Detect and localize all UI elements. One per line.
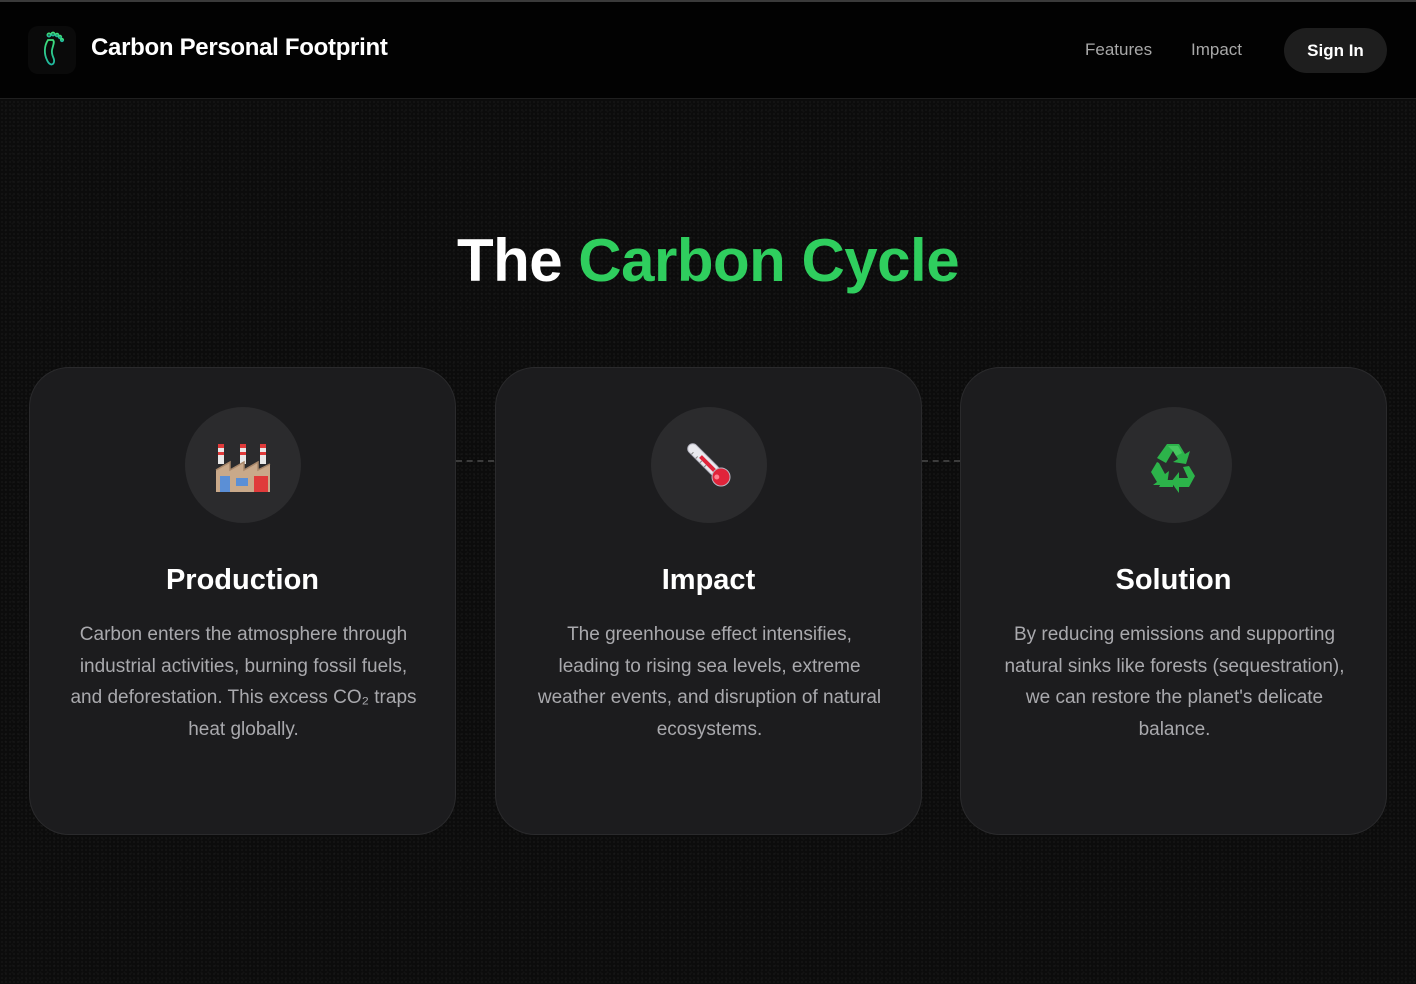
- icon-circle: [1116, 407, 1232, 523]
- card-description: The greenhouse effect intensifies, leadi…: [537, 624, 882, 740]
- card-title: Production: [165, 564, 320, 596]
- section-title: The Carbon Cycle: [0, 226, 1416, 295]
- brand-name[interactable]: Carbon Personal Footprint: [91, 34, 388, 62]
- title-prefix: The: [456, 227, 579, 294]
- sign-in-button[interactable]: Sign In: [1284, 28, 1387, 73]
- card-production: Production Carbon enters the atmosphere …: [29, 367, 456, 835]
- connector-line: [456, 460, 494, 462]
- navbar: Carbon Personal Footprint Features Impac…: [0, 2, 1416, 99]
- title-accent: Carbon Cycle: [578, 227, 960, 294]
- connector-line: [922, 460, 960, 462]
- icon-circle: [651, 407, 767, 523]
- factory-icon: [215, 444, 271, 492]
- nav-features-link[interactable]: Features: [1085, 40, 1152, 60]
- thermometer-icon: [687, 443, 731, 487]
- card-title: Solution: [1115, 564, 1232, 596]
- card-description: By reducing emissions and supporting nat…: [1004, 624, 1345, 740]
- card-impact: Impact The greenhouse effect intensifies…: [495, 367, 922, 835]
- card-solution: Solution By reducing emissions and suppo…: [960, 367, 1387, 835]
- icon-circle: [185, 407, 301, 523]
- recycle-icon: [1151, 444, 1195, 493]
- footprint-icon: [43, 31, 65, 66]
- card-description: Carbon enters the atmosphere through ind…: [70, 624, 417, 740]
- logo[interactable]: [28, 26, 76, 74]
- card-title: Impact: [661, 564, 756, 596]
- nav-impact-link[interactable]: Impact: [1191, 40, 1242, 60]
